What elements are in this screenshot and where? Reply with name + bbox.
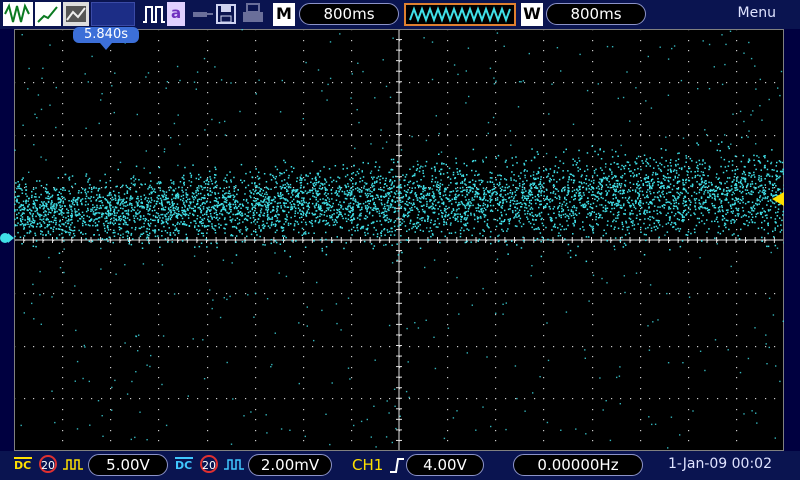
- waveform-icon[interactable]: [3, 2, 33, 26]
- datetime-display: 1-Jan-09 00:02: [668, 456, 772, 472]
- print-icon[interactable]: [241, 2, 265, 26]
- ch1-scale-readout[interactable]: 5.00V: [88, 454, 168, 476]
- frequency-readout: 0.00000Hz: [513, 454, 643, 476]
- ch1-ground-marker-icon[interactable]: [0, 231, 14, 245]
- menu-button[interactable]: Menu: [738, 5, 776, 21]
- image-icon[interactable]: [63, 2, 89, 26]
- rising-edge-icon: [390, 458, 404, 473]
- save-icon[interactable]: [215, 2, 237, 26]
- ch2-acquire-icon: [224, 459, 244, 470]
- window-readout[interactable]: 800ms: [546, 3, 646, 25]
- ch2-scale-readout[interactable]: 2.00mV: [248, 454, 332, 476]
- timebase-mode-badge: M: [273, 3, 295, 26]
- trigger-source-label: CH1: [352, 456, 384, 474]
- ch1-bandwidth-limit-badge[interactable]: 20: [39, 455, 57, 473]
- trigger-time-marker[interactable]: 5.840s: [73, 27, 139, 43]
- pulse-icon[interactable]: [142, 2, 166, 26]
- bottom-status-bar: DC 20 5.00V DC 20 2.00mV CH1 4.00V 0.000…: [0, 451, 800, 480]
- ch2-bandwidth-limit-badge[interactable]: 20: [200, 455, 218, 473]
- text-icon[interactable]: a: [167, 2, 185, 26]
- trigger-level-marker-icon[interactable]: [770, 191, 786, 207]
- ch1-acquire-icon: [63, 459, 83, 470]
- probe-icon[interactable]: [190, 2, 214, 26]
- top-toolbar: a M 800ms W 800ms Menu: [0, 0, 800, 29]
- ch1-trace: [14, 29, 784, 449]
- text-icon-label: a: [170, 4, 182, 22]
- xy-plot-icon[interactable]: [35, 2, 61, 26]
- trigger-position-arrow-icon: [100, 43, 112, 50]
- ch2-coupling-icon[interactable]: DC: [175, 454, 195, 476]
- trigger-level-readout[interactable]: 4.00V: [406, 454, 484, 476]
- timebase-readout[interactable]: 800ms: [299, 3, 399, 25]
- blank-slot: [91, 2, 135, 26]
- waveform-display[interactable]: [14, 29, 784, 451]
- window-mode-badge: W: [521, 3, 543, 26]
- zoom-window-waveform-icon[interactable]: [404, 3, 516, 26]
- ch1-coupling-icon[interactable]: DC: [14, 454, 34, 476]
